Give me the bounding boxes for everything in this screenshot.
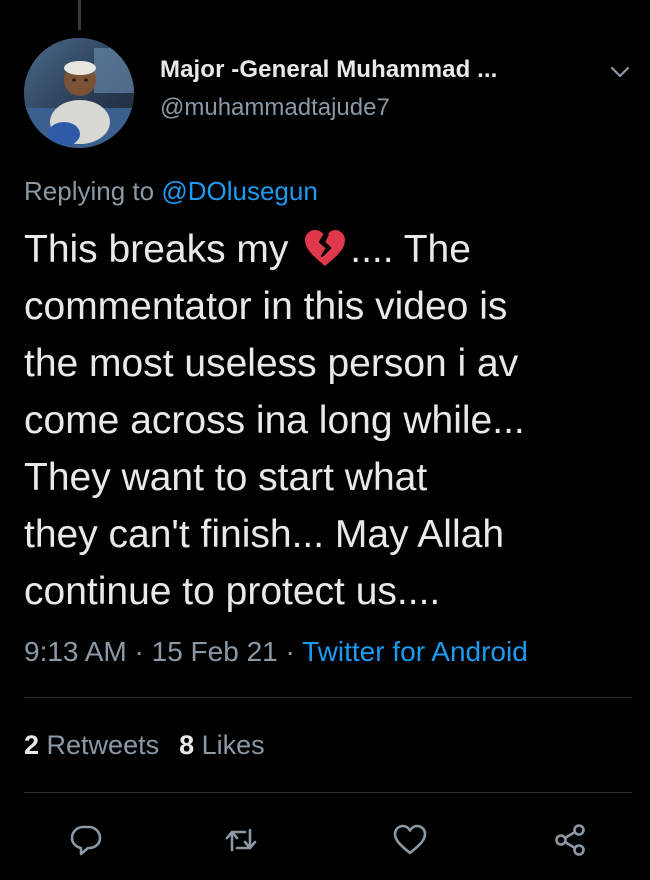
broken-heart-icon [303,227,347,267]
retweets-count: 2 [24,730,40,760]
tweet-text-segment: This breaks my [24,228,300,271]
author-names[interactable]: Major -General Muhammad ... @muhammadtaj… [160,56,497,122]
tweet-header: Major -General Muhammad ... @muhammadtaj… [24,38,636,148]
tweet-text-segment: .... The [350,228,471,271]
tweet-text-line-4: come across ina long while... [24,399,525,442]
tweet-text-line-7: continue to protect us.... [24,570,441,613]
likes-label: Likes [194,730,265,760]
tweet-stats: 2 Retweets 8 Likes [24,730,285,761]
tweet-metadata: 9:13 AM · 15 Feb 21 · Twitter for Androi… [24,636,528,668]
author-display-name[interactable]: Major -General Muhammad ... [160,56,497,84]
meta-separator: · [277,636,303,667]
tweet-actions [0,815,650,865]
retweets-stat[interactable]: 2 Retweets [24,730,159,761]
reply-button[interactable] [61,815,111,865]
chevron-down-icon[interactable] [608,60,632,84]
reply-icon [70,825,102,856]
author-avatar[interactable] [24,38,134,148]
likes-count: 8 [179,730,195,760]
like-icon [393,824,427,855]
share-button[interactable] [545,815,595,865]
tweet-text-line-2: commentator in this video is [24,285,508,328]
retweet-icon [225,828,257,852]
tweet-text-line-1: This breaks my .... The [24,221,624,278]
like-button[interactable] [385,815,435,865]
replying-to: Replying to @DOlusegun [24,176,318,207]
tweet-date: 15 Feb 21 [151,636,278,667]
divider-bottom [24,792,632,793]
divider-top [24,697,632,698]
retweet-button[interactable] [216,815,266,865]
tweet-text: This breaks my .... The commentator in t… [24,221,624,620]
replying-prefix: Replying to [24,176,162,206]
meta-separator: · [126,636,152,667]
tweet-text-line-6: they can't finish... May Allah [24,513,505,556]
tweet-time: 9:13 AM [24,636,127,667]
author-handle[interactable]: @muhammadtajude7 [160,94,497,122]
replying-mention-link[interactable]: @DOlusegun [161,176,317,206]
retweets-label: Retweets [39,730,160,760]
tweet-detail: Major -General Muhammad ... @muhammadtaj… [0,0,650,880]
tweet-source-link[interactable]: Twitter for Android [302,636,528,667]
share-icon [555,824,585,856]
avatar-photo [24,38,134,148]
tweet-text-line-3: the most useless person i av [24,342,519,385]
likes-stat[interactable]: 8 Likes [179,730,265,761]
tweet-text-line-5: They want to start what [24,456,428,499]
